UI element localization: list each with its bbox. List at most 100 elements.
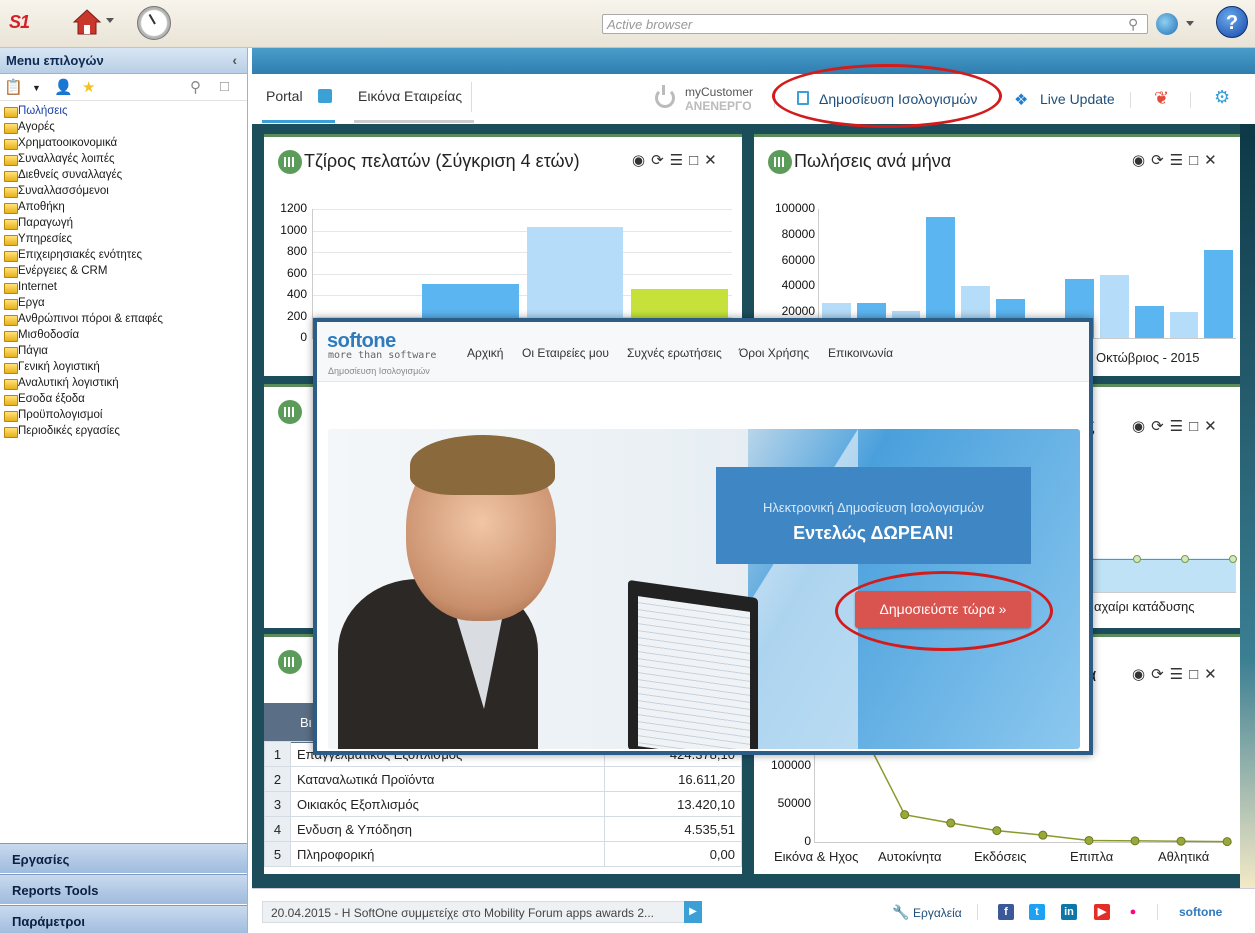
- sidebar-title: Menu επιλογών: [6, 53, 104, 68]
- sidebar-item-internet[interactable]: Internet: [0, 279, 247, 295]
- chart-icon: [278, 150, 302, 174]
- highlight-oval: [772, 64, 1002, 128]
- monitor-screen: [638, 596, 750, 749]
- dropbox-icon[interactable]: ❖: [1014, 90, 1028, 110]
- chart-bar[interactable]: [1204, 250, 1233, 338]
- data-point[interactable]: [1130, 836, 1140, 846]
- sidebar-item-periodic-tasks[interactable]: Περιοδικές εργασίες: [0, 423, 247, 439]
- clipboard-icon[interactable]: 📋: [4, 78, 23, 96]
- softone-footer-logo[interactable]: softone: [1179, 905, 1222, 919]
- sidebar-item-other-transactions[interactable]: Συναλλαγές λοιπές: [0, 151, 247, 167]
- x-tick-label: Επιπλα: [1070, 849, 1114, 864]
- sidebar: Menu επιλογών ‹ 📋 ▼ 👤 ★ ⚲ □ Πωλήσεις Αγο…: [0, 48, 248, 933]
- sidebar-item-finance[interactable]: Χρηματοοικονομικά: [0, 135, 247, 151]
- sidebar-item-partners[interactable]: Συναλλασσόμενοι: [0, 183, 247, 199]
- data-point[interactable]: [992, 826, 1002, 836]
- row-name: Ενδυση & Υπόδηση: [290, 816, 605, 842]
- chart-bar[interactable]: [1169, 312, 1199, 338]
- clock-icon[interactable]: [137, 6, 171, 40]
- chevron-down-icon[interactable]: ▼: [32, 83, 41, 93]
- leaf-icon[interactable]: ❦: [1154, 88, 1169, 109]
- globe-icon[interactable]: [1156, 13, 1178, 35]
- data-point[interactable]: [1222, 837, 1232, 847]
- table-row[interactable]: 2 Καταναλωτικά Προϊόντα 16.611,20: [264, 766, 743, 792]
- youtube-icon[interactable]: ▶: [1094, 904, 1110, 920]
- row-name: Πληροφορική: [290, 841, 605, 867]
- data-point[interactable]: [1084, 835, 1094, 845]
- x-tick-label: Εκδόσεις: [974, 849, 1027, 864]
- next-arrow-icon[interactable]: ▶: [684, 901, 702, 923]
- sidebar-item-projects[interactable]: Εργα: [0, 295, 247, 311]
- sidebar-item-purchases[interactable]: Αγορές: [0, 119, 247, 135]
- widget-controls[interactable]: ◉⟳☰□✕: [1132, 417, 1223, 435]
- linkedin-icon[interactable]: in: [1061, 904, 1077, 920]
- widget-controls[interactable]: ◉⟳☰□✕: [1132, 151, 1223, 169]
- sidebar-section-parameters[interactable]: Παράμετροι: [0, 905, 247, 933]
- sidebar-toolbar: 📋 ▼ 👤 ★ ⚲ □: [0, 74, 247, 101]
- user-icon[interactable]: 👤: [54, 78, 73, 96]
- nav-link-contact[interactable]: Επικοινωνία: [828, 346, 893, 360]
- sidebar-item-analytical[interactable]: Αναλυτική λογιστική: [0, 375, 247, 391]
- x-axis-label: Οκτώβριος - 2015: [1096, 350, 1200, 365]
- sidebar-item-general-ledger[interactable]: Γενική λογιστική: [0, 359, 247, 375]
- sidebar-item-budgets[interactable]: Προϋπολογισμοί: [0, 407, 247, 423]
- find-icon[interactable]: ⚲: [190, 78, 201, 96]
- y-tick-label: 600: [286, 265, 307, 280]
- y-tick-label: 1000: [280, 222, 307, 237]
- sidebar-item-payroll[interactable]: Μισθοδοσία: [0, 327, 247, 343]
- sidebar-item-hr[interactable]: Ανθρώπινοι πόροι & επαφές: [0, 311, 247, 327]
- sidebar-item-fixed-assets[interactable]: Πάγια: [0, 343, 247, 359]
- nav-link-faq[interactable]: Συχνές ερωτήσεις: [627, 346, 722, 360]
- data-point[interactable]: [946, 818, 956, 828]
- nav-link-terms[interactable]: Όροι Χρήσης: [739, 346, 809, 360]
- document-icon[interactable]: [318, 89, 332, 103]
- chart-bar[interactable]: [1134, 305, 1164, 338]
- chevron-down-icon[interactable]: [1186, 21, 1194, 26]
- search-input[interactable]: Active browser: [602, 14, 1148, 34]
- live-update-link[interactable]: Live Update: [1040, 91, 1115, 107]
- sidebar-item-crm[interactable]: Ενέργειες & CRM: [0, 263, 247, 279]
- search-icon[interactable]: ⚲: [1128, 16, 1144, 32]
- sidebar-item-production[interactable]: Παραγωγή: [0, 215, 247, 231]
- help-icon[interactable]: ?: [1216, 6, 1248, 38]
- power-icon[interactable]: [655, 85, 675, 108]
- widget-controls[interactable]: ◉⟳☰□✕: [1132, 665, 1223, 683]
- document-icon[interactable]: □: [220, 78, 229, 95]
- twitter-icon[interactable]: t: [1029, 904, 1045, 920]
- sidebar-section-reports[interactable]: Reports Tools: [0, 874, 247, 904]
- sidebar-item-business-units[interactable]: Επιχειρησιακές ενότητες: [0, 247, 247, 263]
- wrench-icon[interactable]: 🔧: [892, 904, 909, 921]
- sidebar-item-warehouse[interactable]: Αποθήκη: [0, 199, 247, 215]
- nav-link-my-companies[interactable]: Οι Εταιρείες μου: [522, 346, 609, 360]
- news-ticker[interactable]: 20.04.2015 - Η SoftOne συμμετείχε στο Mo…: [262, 901, 702, 923]
- table-row[interactable]: 3 Οικιακός Εξοπλισμός 13.420,10: [264, 791, 743, 817]
- tab-portal[interactable]: Portal: [266, 88, 303, 104]
- gear-icon[interactable]: ⚙: [1214, 87, 1230, 108]
- widget-title: Τζίρος πελατών (Σύγκριση 4 ετών): [304, 151, 580, 171]
- row-number: 3: [264, 791, 291, 817]
- chevron-down-icon[interactable]: [106, 18, 114, 23]
- sidebar-section-tasks[interactable]: Εργασίες: [0, 843, 247, 873]
- data-point[interactable]: [1176, 836, 1186, 846]
- home-icon[interactable]: [72, 8, 102, 36]
- flickr-icon[interactable]: ●: [1125, 904, 1141, 920]
- sidebar-item-services[interactable]: Υπηρεσίες: [0, 231, 247, 247]
- table-row[interactable]: 4 Ενδυση & Υπόδηση 4.535,51: [264, 816, 743, 842]
- tools-link[interactable]: Εργαλεία: [913, 906, 962, 920]
- mycustomer-label[interactable]: myCustomer: [685, 85, 753, 99]
- app-logo[interactable]: S1: [9, 12, 30, 33]
- tab-company-image[interactable]: Εικόνα Εταιρείας: [358, 88, 462, 104]
- sidebar-item-income-expenses[interactable]: Εσοδα έξοδα: [0, 391, 247, 407]
- table-row[interactable]: 5 Πληροφορική 0,00: [264, 841, 743, 867]
- star-icon[interactable]: ★: [82, 78, 95, 96]
- nav-link-home[interactable]: Αρχική: [467, 346, 503, 360]
- sidebar-item-sales[interactable]: Πωλήσεις: [0, 103, 247, 119]
- chart-bar[interactable]: [1100, 274, 1129, 338]
- x-axis-label: αχαίρι κατάδυσης: [1094, 599, 1195, 614]
- collapse-icon[interactable]: ‹: [232, 52, 237, 68]
- sidebar-item-international[interactable]: Διεθνείς συναλλαγές: [0, 167, 247, 183]
- data-point[interactable]: [1038, 830, 1048, 840]
- widget-controls[interactable]: ◉⟳☰□✕: [632, 151, 723, 169]
- data-point[interactable]: [900, 810, 910, 820]
- facebook-icon[interactable]: f: [998, 904, 1014, 920]
